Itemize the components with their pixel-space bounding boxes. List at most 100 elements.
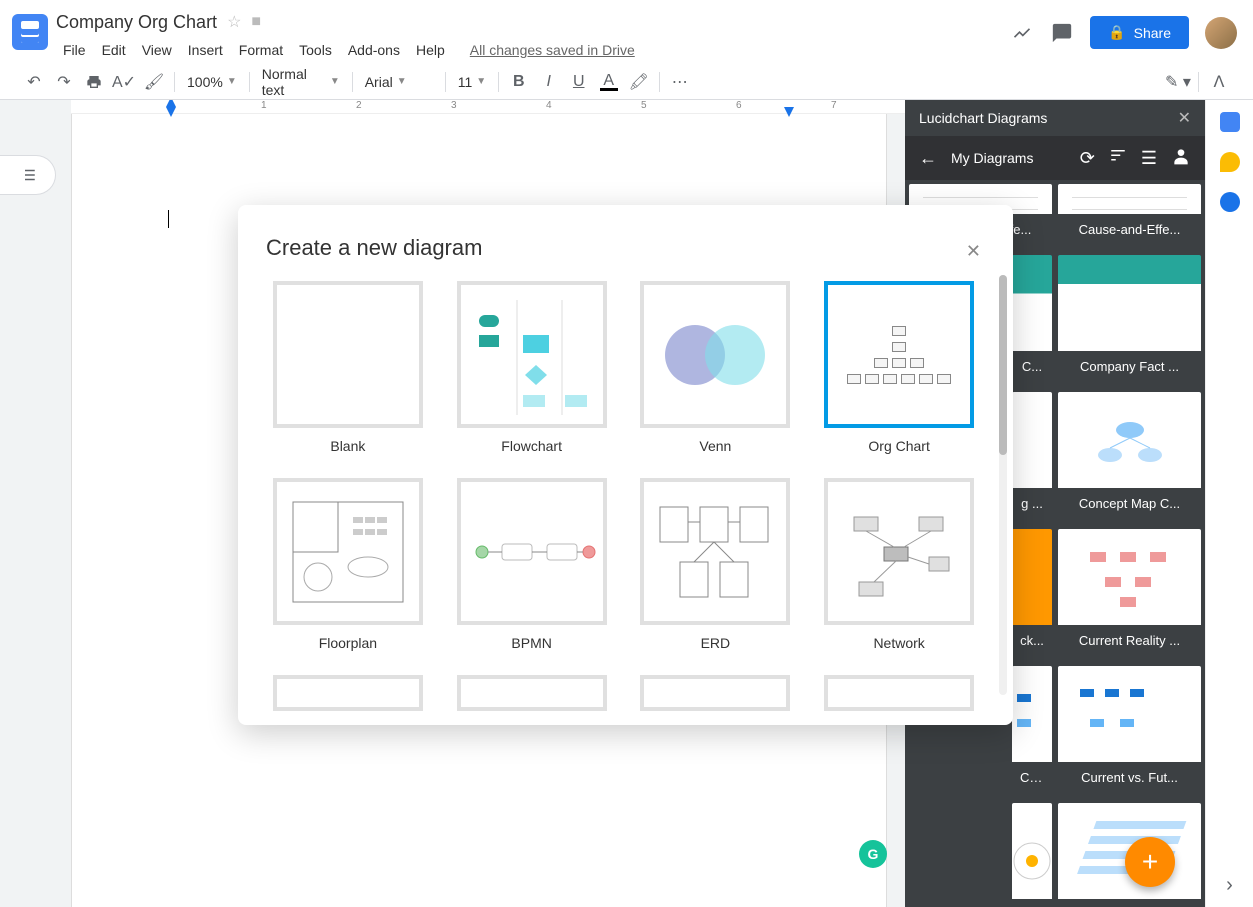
menu-addons[interactable]: Add-ons — [341, 38, 407, 62]
diagram-card[interactable]: Company Fact ... — [1058, 255, 1201, 386]
template-erd[interactable]: ERD — [634, 478, 798, 655]
text-cursor — [168, 210, 169, 228]
add-diagram-fab[interactable]: + — [1125, 837, 1175, 887]
diagram-card[interactable]: C... — [1012, 255, 1052, 386]
panel-toolbar: ← My Diagrams ⟳ ☰ — [905, 136, 1205, 180]
diagram-label: Company Fact ... — [1058, 351, 1201, 382]
menu-insert[interactable]: Insert — [181, 38, 230, 62]
ruler-mark: 7 — [831, 100, 837, 111]
spellcheck-button[interactable]: A✓ — [110, 68, 138, 96]
diagram-card[interactable]: Current vs. Fut... — [1012, 666, 1052, 797]
account-icon[interactable] — [1171, 146, 1191, 171]
user-avatar[interactable] — [1205, 17, 1237, 49]
menu-view[interactable]: View — [135, 38, 179, 62]
expand-side-icon[interactable]: › — [1226, 874, 1233, 897]
diagram-card[interactable]: Current vs. Fut... — [1058, 666, 1201, 797]
template-network[interactable]: Network — [817, 478, 981, 655]
panel-title: Lucidchart Diagrams — [919, 110, 1047, 126]
side-addon-bar: › — [1205, 100, 1253, 907]
template-item[interactable] — [634, 675, 798, 715]
template-org-chart[interactable]: Org Chart — [817, 281, 981, 458]
paint-format-button[interactable]: 🖌 — [140, 68, 168, 96]
modal-title: Create a new diagram — [266, 235, 991, 261]
document-title[interactable]: Company Org Chart — [56, 12, 217, 33]
menu-help[interactable]: Help — [409, 38, 452, 62]
undo-button[interactable]: ↶ — [20, 68, 48, 96]
activity-icon[interactable] — [1010, 21, 1034, 45]
more-button[interactable]: ⋯ — [666, 68, 694, 96]
template-item[interactable] — [450, 675, 614, 715]
panel-breadcrumb[interactable]: My Diagrams — [951, 150, 1066, 166]
redo-button[interactable]: ↷ — [50, 68, 78, 96]
template-item[interactable] — [266, 675, 430, 715]
left-indent[interactable] — [166, 100, 176, 107]
ruler-mark: 4 — [546, 100, 552, 111]
editing-mode-button[interactable]: ✎ ▾ — [1164, 68, 1192, 96]
diagram-card[interactable]: Current Reality ... — [1058, 529, 1201, 660]
template-item[interactable] — [817, 675, 981, 715]
folder-icon[interactable]: ■ — [251, 13, 261, 31]
header-actions: 🔒 Share — [1010, 16, 1237, 49]
diagram-card[interactable]: Concept Map C... — [1058, 392, 1201, 523]
diagram-card[interactable]: g ... — [1012, 392, 1052, 523]
text-color-button[interactable]: A — [595, 68, 623, 96]
toolbar: ↶ ↷ A✓ 🖌 100%▼ Normal text▼ Arial▼ 11▼ B… — [0, 64, 1253, 100]
diagram-card[interactable]: Cause-and-Effe... — [1058, 184, 1201, 249]
ruler-mark: 6 — [736, 100, 742, 111]
refresh-icon[interactable]: ⟳ — [1080, 148, 1095, 169]
italic-button[interactable]: I — [535, 68, 563, 96]
diagram-label: ck... — [1012, 625, 1052, 656]
font-size-dropdown[interactable]: 11▼ — [452, 74, 492, 90]
ruler-mark: 3 — [451, 100, 457, 111]
menubar: File Edit View Insert Format Tools Add-o… — [56, 36, 1010, 64]
diagram-card[interactable]: ck... — [1012, 529, 1052, 660]
template-label: Network — [817, 635, 981, 651]
template-grid: Blank Flowchart Venn Org Chart Floorplan — [266, 281, 991, 715]
save-status[interactable]: All changes saved in Drive — [470, 42, 635, 58]
panel-header: Lucidchart Diagrams ✕ — [905, 100, 1205, 136]
template-label: Org Chart — [817, 438, 981, 454]
menu-edit[interactable]: Edit — [95, 38, 133, 62]
template-floorplan[interactable]: Floorplan — [266, 478, 430, 655]
zoom-dropdown[interactable]: 100%▼ — [181, 74, 243, 90]
share-button[interactable]: 🔒 Share — [1090, 16, 1189, 49]
bold-button[interactable]: B — [505, 68, 533, 96]
ruler[interactable]: 1 2 3 4 5 6 7 — [71, 100, 905, 114]
print-button[interactable] — [80, 68, 108, 96]
docs-logo-icon[interactable] — [12, 14, 48, 50]
diagram-card[interactable] — [1012, 803, 1052, 903]
template-label: Blank — [266, 438, 430, 454]
outline-toggle[interactable] — [0, 155, 56, 195]
star-icon[interactable]: ☆ — [227, 12, 241, 32]
comments-icon[interactable] — [1050, 21, 1074, 45]
tasks-icon[interactable] — [1220, 192, 1240, 212]
underline-button[interactable]: U — [565, 68, 593, 96]
back-icon[interactable]: ← — [919, 148, 937, 169]
calendar-icon[interactable] — [1220, 112, 1240, 132]
ruler-mark: 1 — [261, 100, 267, 111]
collapse-button[interactable]: ᐱ — [1205, 68, 1233, 96]
menu-tools[interactable]: Tools — [292, 38, 339, 62]
style-dropdown[interactable]: Normal text▼ — [256, 66, 346, 98]
template-venn[interactable]: Venn — [634, 281, 798, 458]
diagram-label: Current vs. Fut... — [1058, 762, 1201, 793]
font-dropdown[interactable]: Arial▼ — [359, 74, 439, 90]
template-label: Flowchart — [450, 438, 614, 454]
menu-format[interactable]: Format — [232, 38, 290, 62]
template-flowchart[interactable]: Flowchart — [450, 281, 614, 458]
close-icon[interactable]: ✕ — [1178, 108, 1191, 128]
grammarly-icon[interactable]: G — [859, 840, 887, 868]
diagram-label: Concept Map C... — [1058, 488, 1201, 519]
close-icon[interactable]: ✕ — [966, 241, 981, 262]
template-blank[interactable]: Blank — [266, 281, 430, 458]
template-bpmn[interactable]: BPMN — [450, 478, 614, 655]
list-view-icon[interactable]: ☰ — [1141, 148, 1157, 169]
menu-file[interactable]: File — [56, 38, 93, 62]
diagram-label: Cause-and-Effe... — [1058, 214, 1201, 245]
sort-icon[interactable] — [1109, 147, 1127, 170]
title-area: Company Org Chart ☆ ■ File Edit View Ins… — [56, 8, 1010, 64]
keep-icon[interactable] — [1220, 152, 1240, 172]
modal-scrollbar[interactable] — [999, 275, 1007, 695]
template-label: BPMN — [450, 635, 614, 651]
highlight-button[interactable]: 🖍 — [625, 68, 653, 96]
